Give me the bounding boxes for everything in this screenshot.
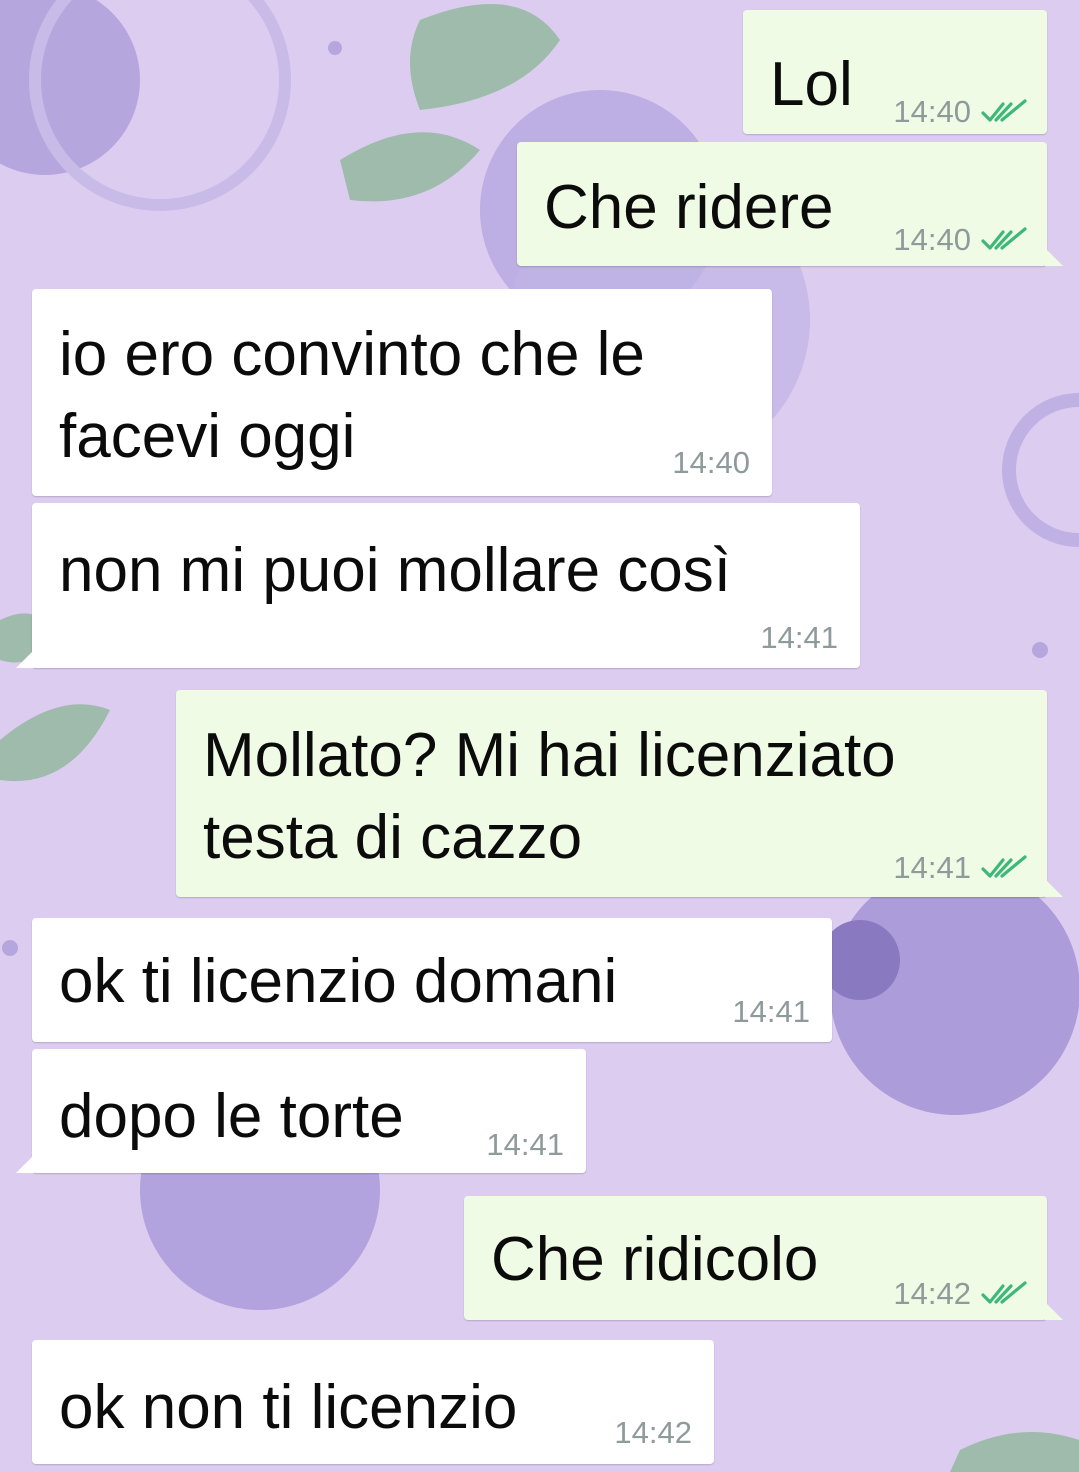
message-meta: 14:40 xyxy=(893,94,1027,130)
message-meta: 14:41 xyxy=(893,850,1027,886)
message-timestamp: 14:41 xyxy=(732,994,810,1029)
double-check-icon xyxy=(981,99,1027,122)
bubble-tail xyxy=(16,650,34,668)
message-timestamp: 14:40 xyxy=(893,222,971,257)
message-timestamp: 14:41 xyxy=(893,850,971,885)
message-text: ok ti licenzio domani xyxy=(59,947,618,1016)
bubble-tail xyxy=(1045,879,1063,897)
incoming-message-bubble[interactable]: ok non ti licenzio 14:42 xyxy=(32,1340,714,1464)
message-timestamp: 14:41 xyxy=(486,1127,564,1162)
message-text: Lol xyxy=(770,50,853,119)
message-timestamp: 14:41 xyxy=(760,620,838,655)
bubble-tail xyxy=(1045,248,1063,266)
message-timestamp: 14:42 xyxy=(893,1276,971,1311)
message-timestamp: 14:40 xyxy=(672,445,750,480)
message-text: Mollato? Mi hai licenziato xyxy=(203,721,896,790)
message-text: facevi oggi xyxy=(59,402,356,471)
double-check-icon xyxy=(981,855,1027,878)
message-text: non mi puoi mollare così xyxy=(59,536,731,605)
message-meta: 14:41 xyxy=(486,1127,564,1163)
message-meta: 14:42 xyxy=(893,1276,1027,1312)
bubble-tail xyxy=(16,1155,34,1173)
message-text: testa di cazzo xyxy=(203,803,583,872)
message-text: Che ridicolo xyxy=(491,1225,819,1294)
message-meta: 14:41 xyxy=(732,994,810,1030)
message-meta: 14:41 xyxy=(760,620,838,656)
message-text: ok non ti licenzio xyxy=(59,1373,518,1442)
incoming-message-bubble[interactable]: ok ti licenzio domani 14:41 xyxy=(32,918,832,1042)
incoming-message-bubble[interactable]: io ero convinto che le facevi oggi 14:40 xyxy=(32,289,772,496)
message-text: dopo le torte xyxy=(59,1082,404,1151)
message-meta: 14:40 xyxy=(893,222,1027,258)
incoming-message-bubble[interactable]: dopo le torte 14:41 xyxy=(16,1049,586,1173)
outgoing-message-bubble[interactable]: Mollato? Mi hai licenziato testa di cazz… xyxy=(176,690,1063,897)
bubble-tail xyxy=(1045,1302,1063,1320)
outgoing-message-bubble[interactable]: Che ridicolo 14:42 xyxy=(464,1196,1063,1320)
double-check-icon xyxy=(981,1281,1027,1304)
incoming-message-bubble[interactable]: non mi puoi mollare così 14:41 xyxy=(16,503,860,668)
message-text: io ero convinto che le xyxy=(59,320,645,389)
message-timestamp: 14:40 xyxy=(893,94,971,129)
message-timestamp: 14:42 xyxy=(614,1415,692,1450)
outgoing-message-bubble[interactable]: Che ridere 14:40 xyxy=(517,142,1063,266)
message-meta: 14:42 xyxy=(614,1415,692,1451)
double-check-icon xyxy=(981,227,1027,250)
message-text: Che ridere xyxy=(544,173,834,242)
message-meta: 14:40 xyxy=(672,445,750,481)
outgoing-message-bubble[interactable]: Lol 14:40 xyxy=(743,10,1047,134)
chat-message-list[interactable]: Lol 14:40 Che ridere 14:40 io ero convin… xyxy=(0,0,1079,1472)
